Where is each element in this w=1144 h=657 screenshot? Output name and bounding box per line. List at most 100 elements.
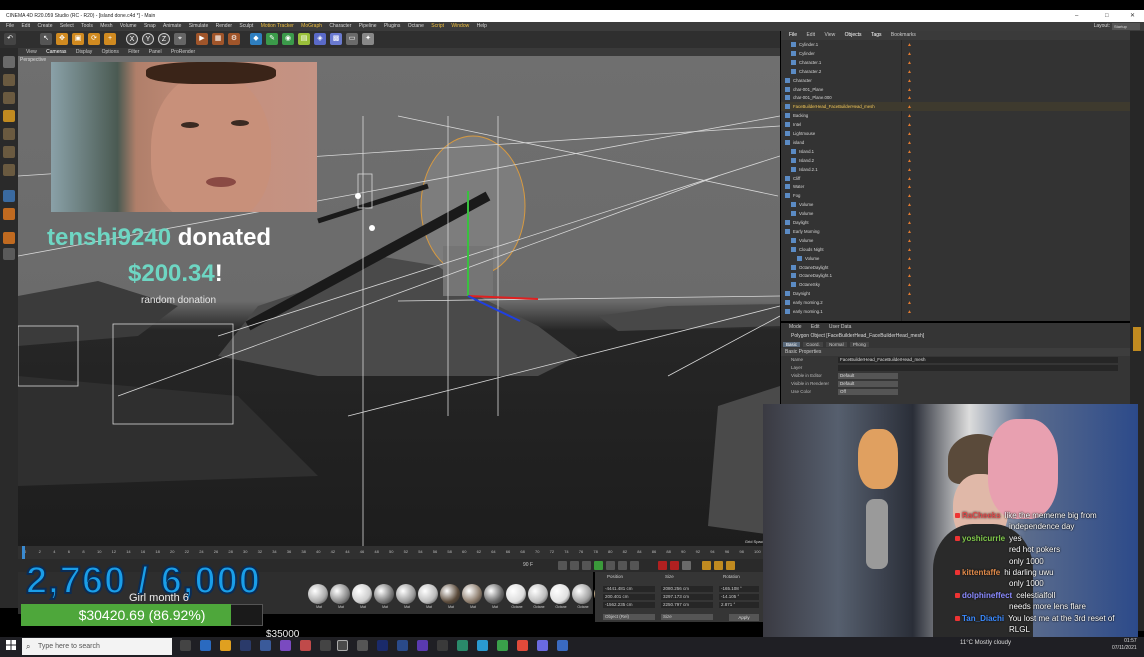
- size-x-input[interactable]: 2080.256 cm: [661, 586, 713, 592]
- object-row[interactable]: Island.2 ▲: [781, 156, 1130, 165]
- steam-icon[interactable]: [240, 640, 251, 651]
- polygons-mode-icon[interactable]: [3, 164, 15, 176]
- objects-menu-edit[interactable]: Edit: [806, 32, 815, 38]
- object-row[interactable]: OctaneDaylight ▲: [781, 263, 1130, 272]
- model-mode-icon[interactable]: [3, 74, 15, 86]
- timeline-playhead[interactable]: [22, 546, 25, 559]
- render-region-icon[interactable]: ▦: [212, 33, 224, 45]
- object-row[interactable]: early morning.2 ▲: [781, 298, 1130, 307]
- size-z-input[interactable]: 2250.797 cm: [661, 602, 713, 608]
- object-row[interactable]: Volume ▲: [781, 200, 1130, 209]
- material-swatch[interactable]: Octane: [572, 584, 592, 609]
- object-row[interactable]: Daylight ▲: [781, 218, 1130, 227]
- material-swatch[interactable]: Mat: [418, 584, 438, 609]
- edge-icon[interactable]: [200, 640, 211, 651]
- menu-tools[interactable]: Tools: [81, 23, 93, 29]
- material-swatch[interactable]: Octane: [528, 584, 548, 609]
- frame-end-field[interactable]: 90 F: [523, 562, 533, 568]
- sculpt-icon[interactable]: [3, 232, 15, 244]
- photoshop-icon[interactable]: [377, 640, 388, 651]
- object-row[interactable]: Cylinder.1 ▲: [781, 40, 1130, 49]
- minimize-button[interactable]: –: [1075, 10, 1078, 22]
- record-button[interactable]: [658, 561, 667, 570]
- taskbar-search-input[interactable]: Type here to search: [22, 638, 172, 655]
- app-icon-15[interactable]: [457, 640, 468, 651]
- object-row[interactable]: Island.1 ▲: [781, 147, 1130, 156]
- material-swatch[interactable]: Mat: [396, 584, 416, 609]
- menu-window[interactable]: Window: [451, 23, 469, 29]
- rotation-key-button[interactable]: [726, 561, 735, 570]
- telegram-icon[interactable]: [477, 640, 488, 651]
- menu-select[interactable]: Select: [60, 23, 74, 29]
- maximize-button[interactable]: □: [1105, 10, 1109, 22]
- chat-username[interactable]: yoshicurrle: [962, 534, 1005, 543]
- menu-pipeline[interactable]: Pipeline: [359, 23, 377, 29]
- menu-simulate[interactable]: Simulate: [189, 23, 208, 29]
- scene-icon[interactable]: ▩: [330, 33, 342, 45]
- windows-start-icon[interactable]: [6, 640, 16, 650]
- object-row[interactable]: Character ▲: [781, 76, 1130, 85]
- cinema4d-taskbar-icon[interactable]: [337, 640, 348, 651]
- objects-menu-bookmarks[interactable]: Bookmarks: [891, 32, 916, 38]
- tab-coord[interactable]: Coord.: [803, 342, 823, 347]
- menu-animate[interactable]: Animate: [163, 23, 181, 29]
- object-row[interactable]: Intel ▲: [781, 120, 1130, 129]
- material-swatch[interactable]: Mat: [484, 584, 504, 609]
- position-y-input[interactable]: 200.401 cm: [603, 594, 655, 600]
- objects-menu-tags[interactable]: Tags: [871, 32, 882, 38]
- size-y-input[interactable]: 3297.173 cm: [661, 594, 713, 600]
- cloner-icon[interactable]: ▤: [298, 33, 310, 45]
- layer-input[interactable]: [838, 365, 1118, 371]
- menu-octane[interactable]: Octane: [408, 23, 424, 29]
- light-icon[interactable]: ✦: [362, 33, 374, 45]
- coordinate-system-icon[interactable]: ⌖: [174, 33, 186, 45]
- menu-mograph[interactable]: MoGraph: [301, 23, 322, 29]
- apply-button[interactable]: Apply: [729, 614, 759, 621]
- object-row[interactable]: Volume ▲: [781, 236, 1130, 245]
- snap-icon[interactable]: [3, 190, 15, 202]
- visible-editor-select[interactable]: Default: [838, 373, 898, 379]
- rotation-b-input[interactable]: 2.871 °: [719, 602, 759, 608]
- app-icon-13[interactable]: [417, 640, 428, 651]
- object-row[interactable]: Early Morning ▲: [781, 227, 1130, 236]
- chat-username[interactable]: Tan_Diachi: [962, 614, 1004, 623]
- objects-menu-view[interactable]: View: [824, 32, 835, 38]
- axis-z-button[interactable]: Z: [158, 33, 170, 45]
- menu-create[interactable]: Create: [37, 23, 52, 29]
- subdivision-icon[interactable]: ◉: [282, 33, 294, 45]
- layout-select[interactable]: Startup: [1112, 23, 1140, 30]
- material-swatch[interactable]: Mat: [308, 584, 328, 609]
- close-button[interactable]: ✕: [1130, 10, 1135, 22]
- scale-icon[interactable]: ▣: [72, 33, 84, 45]
- menu-render[interactable]: Render: [216, 23, 232, 29]
- make-editable-icon[interactable]: [3, 56, 15, 68]
- attributes-menu-edit[interactable]: Edit: [811, 324, 820, 330]
- object-row[interactable]: Cylinder ▲: [781, 49, 1130, 58]
- play-button[interactable]: [594, 561, 603, 570]
- object-row[interactable]: char-001_Plane ▲: [781, 85, 1130, 94]
- next-frame-button[interactable]: [606, 561, 615, 570]
- chrome-icon[interactable]: [517, 640, 528, 651]
- object-row[interactable]: Island.2.1 ▲: [781, 165, 1130, 174]
- tab-normal[interactable]: Normal: [826, 342, 847, 347]
- object-row[interactable]: Character.1 ▲: [781, 58, 1130, 67]
- menu-script[interactable]: Script: [431, 23, 444, 29]
- tab-phong[interactable]: Phong: [849, 342, 869, 347]
- app-icon-6[interactable]: [300, 640, 311, 651]
- material-swatch[interactable]: Octane: [550, 584, 570, 609]
- menu-sculpt[interactable]: Sculpt: [239, 23, 253, 29]
- object-row[interactable]: Volume ▲: [781, 209, 1130, 218]
- app-icon-20[interactable]: [557, 640, 568, 651]
- workplane-icon[interactable]: [3, 110, 15, 122]
- prev-key-button[interactable]: [570, 561, 579, 570]
- position-key-button[interactable]: [702, 561, 711, 570]
- app-icon-5[interactable]: [280, 640, 291, 651]
- render-settings-icon[interactable]: ⚙: [228, 33, 240, 45]
- menu-snap[interactable]: Snap: [144, 23, 156, 29]
- viewport-menu-options[interactable]: Options: [102, 49, 119, 55]
- viewport-menu-panel[interactable]: Panel: [149, 49, 162, 55]
- position-z-input[interactable]: -1562.235 cm: [603, 602, 655, 608]
- pen-icon[interactable]: ✎: [266, 33, 278, 45]
- visible-renderer-select[interactable]: Default: [838, 381, 898, 387]
- name-input[interactable]: FaceBuilderHead_FaceBuilderHead_mesh: [838, 357, 1118, 363]
